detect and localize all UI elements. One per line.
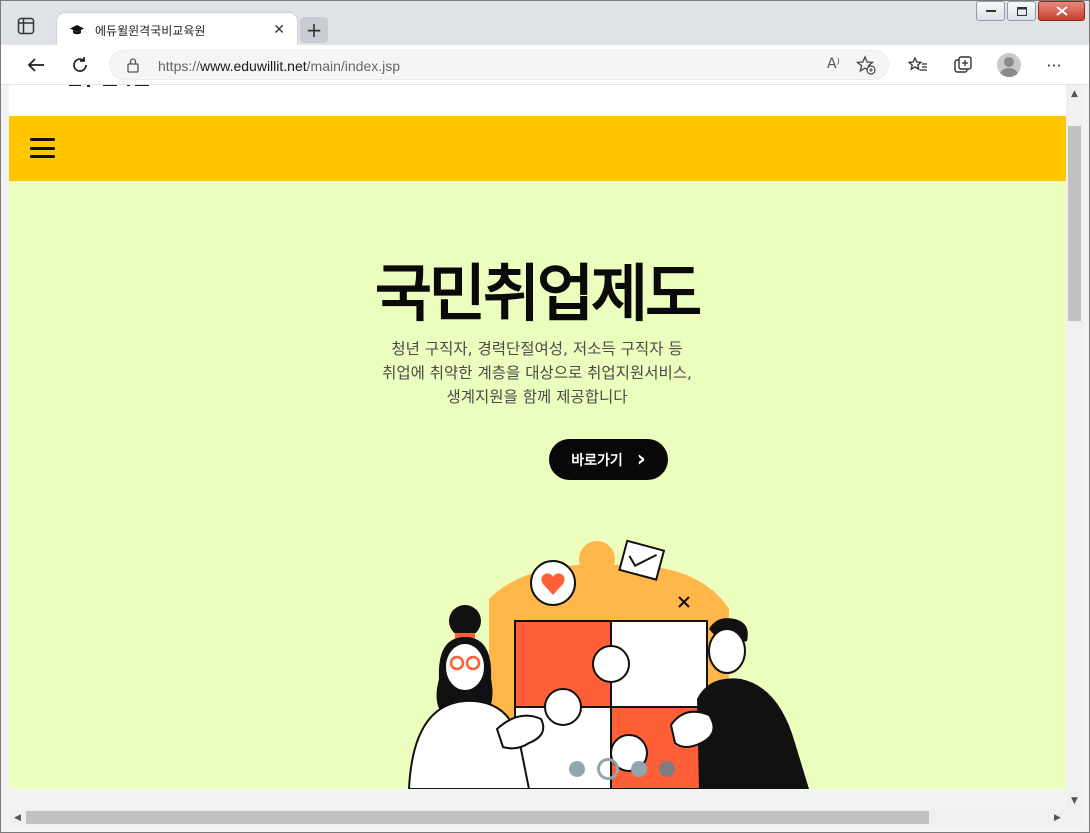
horizontal-scroll-thumb[interactable] <box>26 811 929 824</box>
favorites-icon[interactable] <box>907 54 929 76</box>
go-button[interactable]: 바로가기 › <box>549 439 668 480</box>
hero-desc-line-3: 생계지원을 함께 제공합니다 <box>446 388 628 406</box>
vertical-scrollbar[interactable]: ▲ ▼ <box>1066 85 1083 809</box>
carousel-pagination <box>569 758 675 780</box>
more-menu-icon[interactable]: ··· <box>1043 54 1065 76</box>
puzzle-people-illustration <box>379 529 839 789</box>
refresh-icon[interactable] <box>69 54 91 76</box>
scroll-up-icon[interactable]: ▲ <box>1066 85 1083 102</box>
hero-desc-line-1: 청년 구직자, 경력단절여성, 저소득 구직자 등 <box>391 340 683 358</box>
address-bar[interactable]: https://www.eduwillit.net/main/index.jsp… <box>109 50 889 80</box>
tab-actions-icon[interactable] <box>17 17 39 39</box>
url-text: https://www.eduwillit.net/main/index.jsp <box>158 58 401 74</box>
read-aloud-icon[interactable]: A⁾ <box>827 56 840 72</box>
carousel-dot-2[interactable] <box>597 758 619 780</box>
hamburger-menu-icon[interactable] <box>30 138 55 158</box>
hero-description: 청년 구직자, 경력단절여성, 저소득 구직자 등 취업에 취약한 계층을 대상… <box>9 337 1066 409</box>
maximize-button[interactable] <box>1007 1 1036 21</box>
carousel-dot-3[interactable] <box>631 761 647 777</box>
page-viewport: 국민취업제도 청년 구직자, 경력단절여성, 저소득 구직자 등 취업에 취약한… <box>9 85 1066 789</box>
scroll-left-icon[interactable]: ◀ <box>9 809 26 826</box>
clipped-header-text <box>31 85 171 96</box>
graduation-cap-icon <box>69 22 85 38</box>
browser-toolbar: https://www.eduwillit.net/main/index.jsp… <box>1 45 1089 85</box>
window-controls <box>976 1 1085 21</box>
vertical-scroll-thumb[interactable] <box>1068 126 1081 321</box>
profile-avatar[interactable] <box>997 53 1021 77</box>
go-button-label: 바로가기 <box>571 452 623 469</box>
collections-icon[interactable] <box>952 54 974 76</box>
chevron-right-icon: › <box>636 446 646 472</box>
carousel-dot-1[interactable] <box>569 761 585 777</box>
hero-title: 국민취업제도 <box>374 257 702 330</box>
hero-desc-line-2: 취업에 취약한 계층을 대상으로 취업지원서비스, <box>382 364 692 382</box>
new-tab-button[interactable]: + <box>300 17 328 43</box>
back-arrow-icon[interactable] <box>25 54 47 76</box>
add-favorite-icon[interactable] <box>855 55 876 79</box>
carousel-dot-4[interactable] <box>659 761 675 777</box>
scroll-down-icon[interactable]: ▼ <box>1066 792 1083 809</box>
close-window-button[interactable] <box>1038 1 1085 21</box>
tab-strip: 에듀윌윈격국비교육원 ✕ + <box>1 1 1089 47</box>
tab-title: 에듀윌윈격국비교육원 <box>95 23 206 38</box>
minimize-button[interactable] <box>976 1 1005 21</box>
horizontal-scrollbar[interactable]: ◀ ▶ <box>9 809 1066 826</box>
tab-close-icon[interactable]: ✕ <box>273 22 285 38</box>
scroll-right-icon[interactable]: ▶ <box>1049 809 1066 826</box>
scrollbar-corner <box>1066 809 1083 826</box>
lock-icon[interactable] <box>126 57 140 77</box>
hero-banner: 국민취업제도 청년 구직자, 경력단절여성, 저소득 구직자 등 취업에 취약한… <box>9 181 1066 789</box>
tab-active[interactable]: 에듀윌윈격국비교육원 ✕ <box>57 13 297 47</box>
site-navbar <box>9 116 1066 181</box>
browser-window: 에듀윌윈격국비교육원 ✕ + https://www.eduwillit.net… <box>0 0 1090 833</box>
